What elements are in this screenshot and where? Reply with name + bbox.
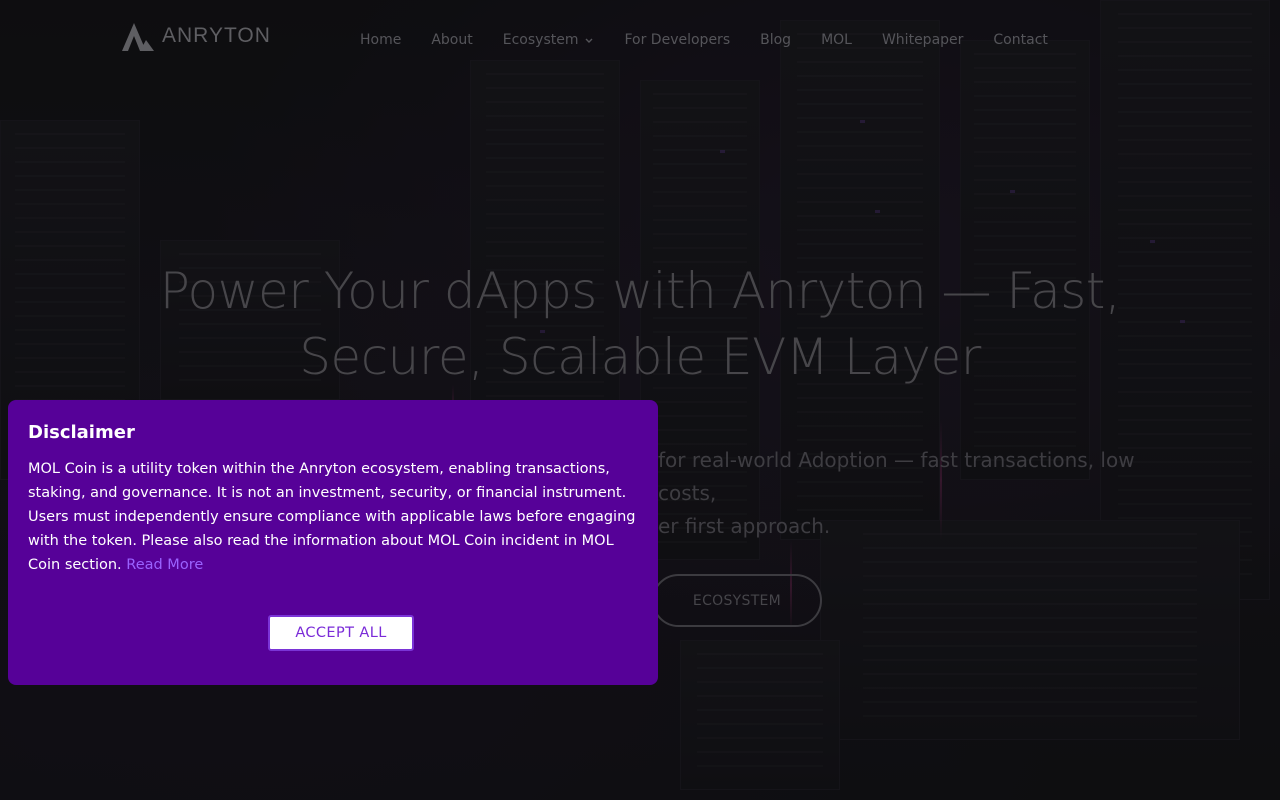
hero-title: Power Your dApps with Anryton — Fast, Se… xyxy=(100,258,1180,390)
read-more-link[interactable]: Read More xyxy=(126,557,203,573)
nav-label: About xyxy=(431,32,473,48)
nav-about[interactable]: About xyxy=(431,32,472,48)
nav-blog[interactable]: Blog xyxy=(760,32,791,48)
hero-title-line2: Secure, Scalable EVM Layer xyxy=(299,328,981,386)
nav-label: Whitepaper xyxy=(881,32,964,48)
nav-label: Home xyxy=(360,32,402,48)
brand-name: ANRYTON xyxy=(162,24,271,47)
nav-whitepaper[interactable]: Whitepaper xyxy=(882,32,963,48)
disclaimer-text: MOL Coin is a utility token within the A… xyxy=(28,461,636,573)
ecosystem-button[interactable]: ECOSYSTEM xyxy=(652,574,822,627)
main-nav: Home About Ecosystem For Developers Blog… xyxy=(360,32,1078,48)
nav-ecosystem[interactable]: Ecosystem xyxy=(503,32,595,48)
nav-mol[interactable]: MOL xyxy=(821,32,852,48)
nav-home[interactable]: Home xyxy=(360,32,401,48)
nav-contact[interactable]: Contact xyxy=(993,32,1047,48)
nav-label: MOL xyxy=(821,32,852,48)
disclaimer-modal: Disclaimer MOL Coin is a utility token w… xyxy=(8,400,658,685)
site-header: ANRYTON Home About Ecosystem For Develop… xyxy=(0,0,1280,84)
anryton-logo-icon xyxy=(122,23,154,51)
brand-logo[interactable]: ANRYTON xyxy=(120,20,271,52)
nav-label: For Developers xyxy=(624,32,731,48)
nav-for-developers[interactable]: For Developers xyxy=(624,32,730,48)
accept-all-button[interactable]: ACCEPT ALL xyxy=(268,615,414,651)
nav-label: Contact xyxy=(993,32,1048,48)
disclaimer-title: Disclaimer xyxy=(28,422,135,443)
nav-label: Ecosystem xyxy=(502,32,579,48)
nav-label: Blog xyxy=(760,32,792,48)
hero-title-line1: Power Your dApps with Anryton — Fast, xyxy=(159,262,1121,320)
chevron-down-icon xyxy=(585,38,593,43)
disclaimer-body: MOL Coin is a utility token within the A… xyxy=(28,457,638,577)
